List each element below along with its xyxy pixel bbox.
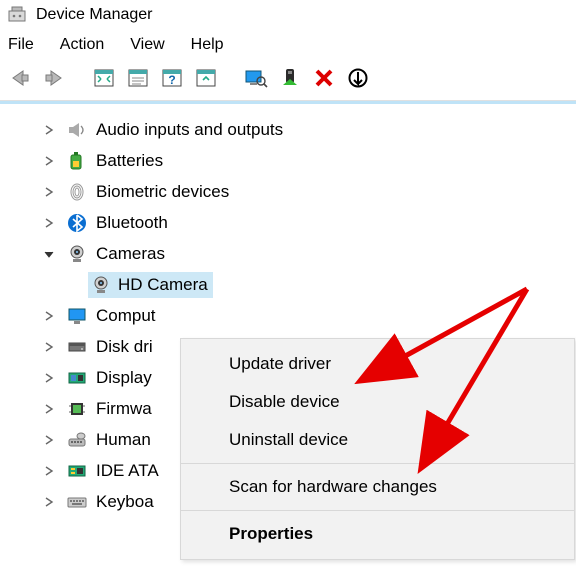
tree-item-hd-camera[interactable]: HD Camera bbox=[0, 269, 576, 300]
tree-item-biometric[interactable]: Biometric devices bbox=[0, 176, 576, 207]
fingerprint-icon bbox=[66, 181, 88, 203]
chevron-right-icon[interactable] bbox=[42, 185, 56, 199]
gpu-icon bbox=[66, 367, 88, 389]
chevron-right-icon[interactable] bbox=[42, 371, 56, 385]
tree-item-label: Disk dri bbox=[96, 337, 153, 357]
speaker-icon bbox=[66, 119, 88, 141]
monitor-icon bbox=[66, 305, 88, 327]
toolbar: ? bbox=[0, 62, 576, 101]
tree-item-label: Display bbox=[96, 368, 152, 388]
back-button[interactable] bbox=[6, 64, 34, 92]
context-menu: Update driver Disable device Uninstall d… bbox=[180, 338, 575, 560]
keyboard-icon bbox=[66, 491, 88, 513]
ctx-separator bbox=[181, 510, 574, 511]
tree-item-bluetooth[interactable]: Bluetooth bbox=[0, 207, 576, 238]
chip-icon bbox=[66, 398, 88, 420]
svg-text:?: ? bbox=[168, 73, 175, 87]
menu-view[interactable]: View bbox=[130, 36, 164, 54]
menu-file[interactable]: File bbox=[8, 36, 34, 54]
disk-icon bbox=[66, 336, 88, 358]
tree-item-label: Batteries bbox=[96, 151, 163, 171]
menu-action[interactable]: Action bbox=[60, 36, 104, 54]
ctx-uninstall-device[interactable]: Uninstall device bbox=[181, 421, 574, 459]
tree-item-label: Cameras bbox=[96, 244, 165, 264]
ctx-separator bbox=[181, 463, 574, 464]
tree-item-label: HD Camera bbox=[118, 275, 208, 295]
menubar: File Action View Help bbox=[0, 30, 576, 62]
camera-icon bbox=[90, 274, 112, 296]
tree-item-label: Human bbox=[96, 430, 151, 450]
chevron-right-icon[interactable] bbox=[42, 309, 56, 323]
chevron-right-icon[interactable] bbox=[42, 402, 56, 416]
tree-item-label: Keyboa bbox=[96, 492, 154, 512]
tree-item-audio[interactable]: Audio inputs and outputs bbox=[0, 114, 576, 145]
show-hide-tree-button[interactable] bbox=[90, 64, 118, 92]
chevron-down-icon[interactable] bbox=[42, 247, 56, 261]
chevron-right-icon[interactable] bbox=[42, 154, 56, 168]
app-icon bbox=[8, 6, 26, 24]
help-button[interactable]: ? bbox=[158, 64, 186, 92]
tree-item-label: IDE ATA bbox=[96, 461, 159, 481]
chevron-right-icon[interactable] bbox=[42, 495, 56, 509]
hid-icon bbox=[66, 429, 88, 451]
tree-item-label: Audio inputs and outputs bbox=[96, 120, 283, 140]
ctx-update-driver[interactable]: Update driver bbox=[181, 345, 574, 383]
update-driver-button[interactable] bbox=[276, 64, 304, 92]
chevron-right-icon[interactable] bbox=[42, 216, 56, 230]
titlebar: Device Manager bbox=[0, 0, 576, 30]
ctx-properties[interactable]: Properties bbox=[181, 515, 574, 553]
tree-item-label: Firmwa bbox=[96, 399, 152, 419]
disable-device-button[interactable] bbox=[344, 64, 372, 92]
scan-hardware-button[interactable] bbox=[192, 64, 220, 92]
tree-item-label: Biometric devices bbox=[96, 182, 229, 202]
menu-help[interactable]: Help bbox=[191, 36, 224, 54]
chevron-right-icon[interactable] bbox=[42, 123, 56, 137]
tree-item-cameras[interactable]: Cameras bbox=[0, 238, 576, 269]
chevron-right-icon[interactable] bbox=[42, 340, 56, 354]
tree-item-label: Bluetooth bbox=[96, 213, 168, 233]
tree-item-batteries[interactable]: Batteries bbox=[0, 145, 576, 176]
chevron-right-icon[interactable] bbox=[42, 464, 56, 478]
bluetooth-icon bbox=[66, 212, 88, 234]
ctx-disable-device[interactable]: Disable device bbox=[181, 383, 574, 421]
ide-icon bbox=[66, 460, 88, 482]
forward-button[interactable] bbox=[40, 64, 68, 92]
tree-item-computer[interactable]: Comput bbox=[0, 300, 576, 331]
chevron-right-icon[interactable] bbox=[42, 433, 56, 447]
battery-icon bbox=[66, 150, 88, 172]
ctx-scan-hardware[interactable]: Scan for hardware changes bbox=[181, 468, 574, 506]
tree-item-label: Comput bbox=[96, 306, 156, 326]
properties-button[interactable] bbox=[124, 64, 152, 92]
window-title: Device Manager bbox=[36, 6, 153, 24]
monitor-scan-button[interactable] bbox=[242, 64, 270, 92]
camera-icon bbox=[66, 243, 88, 265]
uninstall-device-button[interactable] bbox=[310, 64, 338, 92]
